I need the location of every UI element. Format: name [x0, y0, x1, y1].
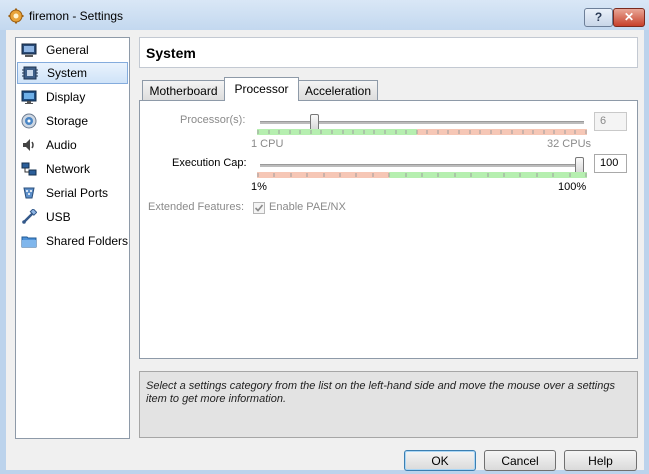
sidebar-item-serial-ports[interactable]: Serial Ports [17, 182, 128, 204]
storage-icon [21, 113, 37, 129]
dialog-client-area: General System Display Storage Audio Net… [6, 30, 644, 471]
network-icon [21, 161, 37, 177]
display-icon [21, 89, 37, 105]
app-gear-icon [8, 8, 24, 24]
help-button[interactable]: Help [564, 450, 637, 471]
sidebar-item-label: Storage [46, 114, 89, 128]
settings-category-list: General System Display Storage Audio Net… [15, 37, 130, 439]
sidebar-item-label: Network [46, 162, 91, 176]
audio-icon [21, 137, 37, 153]
pae-nx-label[interactable]: Enable PAE/NX [269, 201, 346, 213]
help-info-box: Select a settings category from the list… [139, 371, 638, 438]
processor-tab-panel: Processor(s): 1 CPU 32 CPUs 6 Execution … [139, 100, 638, 359]
execution-cap-max-label: 100% [558, 181, 587, 193]
serial-ports-icon [21, 185, 37, 201]
sidebar-item-label: Shared Folders [46, 234, 129, 248]
tab-motherboard[interactable]: Motherboard [142, 80, 225, 100]
checkmark-icon [254, 204, 264, 212]
sidebar-item-label: Serial Ports [46, 186, 109, 200]
sidebar-item-display[interactable]: Display [17, 86, 128, 108]
sidebar-item-label: System [47, 66, 88, 80]
sidebar-item-audio[interactable]: Audio [17, 134, 128, 156]
window-title: firemon - Settings [29, 9, 124, 23]
execution-cap-field[interactable]: 100 [594, 154, 627, 173]
title-bar: firemon - Settings ? ✕ [0, 0, 649, 30]
processors-max-label: 32 CPUs [547, 138, 592, 150]
processors-label: Processor(s): [180, 114, 246, 126]
general-icon [21, 42, 37, 58]
cancel-button[interactable]: Cancel [484, 450, 556, 471]
ok-button[interactable]: OK [404, 450, 476, 471]
tab-acceleration[interactable]: Acceleration [298, 80, 378, 100]
sidebar-item-shared-folders[interactable]: Shared Folders [17, 230, 128, 252]
processors-count-field[interactable]: 6 [594, 112, 627, 131]
sidebar-item-storage[interactable]: Storage [17, 110, 128, 132]
pae-nx-checkbox[interactable] [253, 202, 265, 214]
sidebar-item-label: Display [46, 90, 86, 104]
execution-cap-slider-track [260, 164, 584, 167]
title-help-button[interactable]: ? [584, 8, 613, 27]
sidebar-item-system[interactable]: System [17, 62, 128, 84]
sidebar-item-label: USB [46, 210, 71, 224]
sidebar-item-usb[interactable]: USB [17, 206, 128, 228]
sidebar-item-label: General [46, 43, 89, 57]
tab-processor[interactable]: Processor [224, 77, 299, 101]
execution-cap-label: Execution Cap: [172, 157, 247, 169]
page-header: System [139, 37, 638, 68]
sidebar-item-network[interactable]: Network [17, 158, 128, 180]
processors-min-label: 1 CPU [251, 138, 284, 150]
execution-cap-min-label: 1% [251, 181, 267, 193]
page-title: System [146, 45, 196, 61]
sidebar-item-label: Audio [46, 138, 77, 152]
help-info-text: Select a settings category from the list… [146, 380, 615, 405]
processors-ticks [257, 130, 587, 134]
title-close-button[interactable]: ✕ [613, 8, 645, 27]
usb-icon [21, 208, 38, 225]
shared-folders-icon [21, 233, 37, 249]
system-icon [22, 65, 38, 81]
extended-features-label: Extended Features: [148, 201, 245, 213]
execution-cap-ticks [257, 173, 587, 177]
sidebar-item-general[interactable]: General [17, 39, 128, 61]
processors-slider-track [260, 121, 584, 124]
